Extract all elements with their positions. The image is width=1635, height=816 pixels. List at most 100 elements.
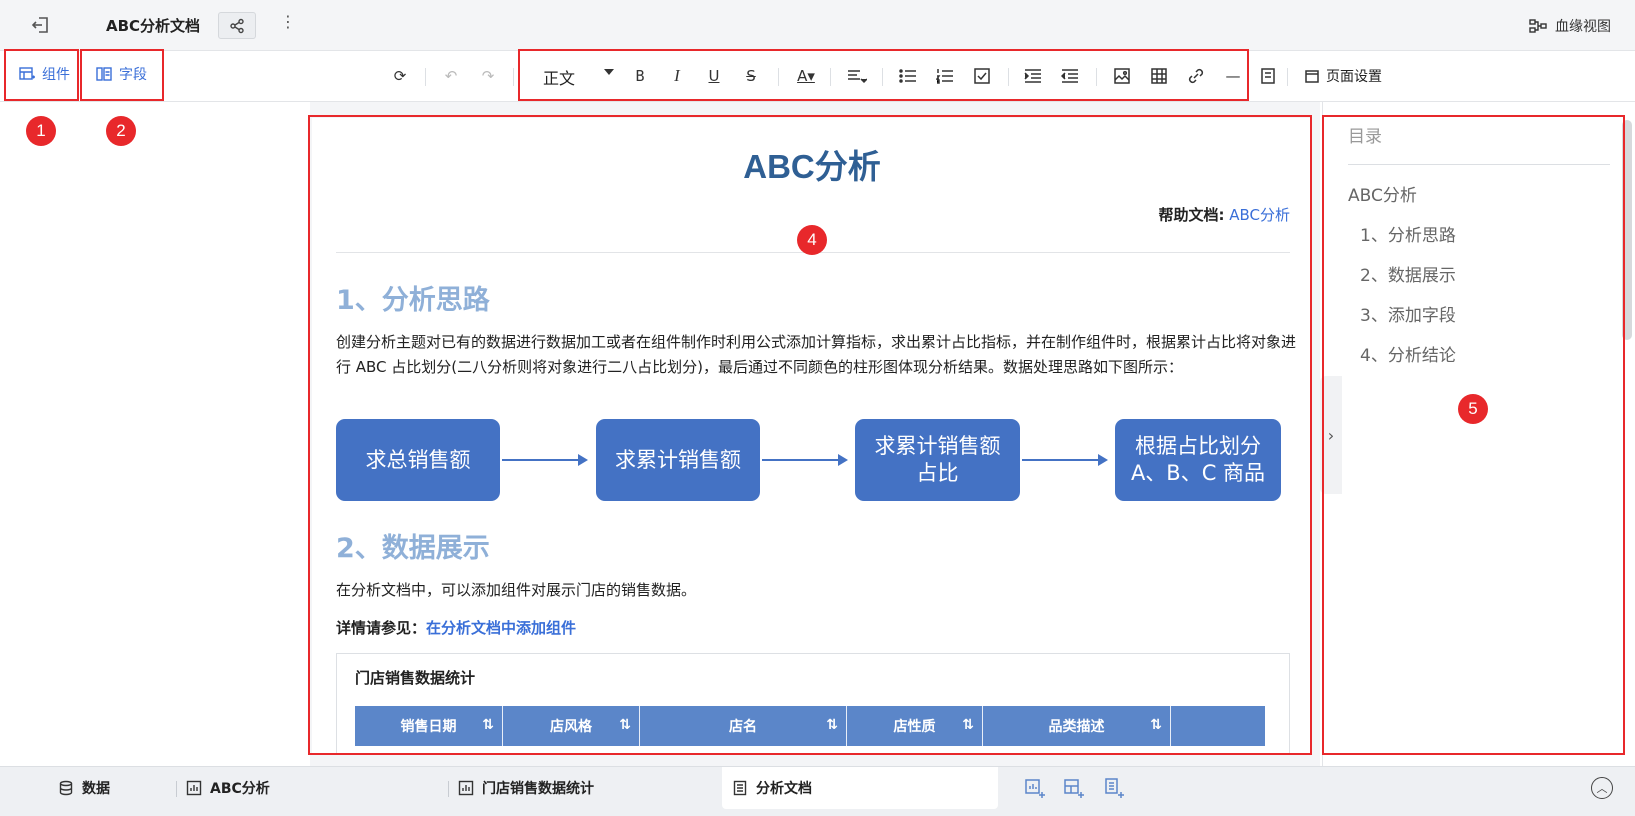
page-layout-icon[interactable] (1257, 65, 1279, 87)
lineage-view-button[interactable]: 血缘视图 (1529, 16, 1611, 36)
toc-item[interactable]: 2、数据展示 (1360, 261, 1456, 286)
toc-item[interactable]: 1、分析思路 (1360, 221, 1456, 246)
flow-arrow (502, 454, 588, 466)
exit-icon[interactable] (30, 14, 52, 36)
tab-analysis-document[interactable]: 分析文档 (722, 767, 998, 809)
more-menu-button[interactable]: ⋮ (280, 12, 296, 31)
sort-icon[interactable]: ⇅ (482, 717, 494, 733)
sort-icon[interactable]: ⇅ (619, 717, 631, 733)
add-document-icon[interactable] (1103, 777, 1125, 799)
page-setting-label: 页面设置 (1326, 69, 1382, 85)
horizontal-rule-icon[interactable]: — (1222, 65, 1244, 87)
database-icon (59, 780, 73, 796)
table-header: 销售日期 ⇅ 店风格 ⇅ 店名 ⇅ 店性质 ⇅ 品类描述 ⇅ (355, 706, 1265, 746)
toolbar-divider (1287, 68, 1288, 86)
document-page[interactable]: ABC分析 帮助文档: ABC分析 1、分析思路 创建分析主题对已有的数据进行数… (312, 118, 1312, 754)
flow-step-4: 根据占比划分 A、B、C 商品 (1115, 419, 1281, 501)
editor-toolbar: 组件 字段 ⟳ ↶ ↷ 正文 B I U S A▾ — 页面设置 (0, 51, 1635, 102)
chart-icon (186, 780, 202, 796)
section-title-1: 1、分析思路 (336, 285, 490, 316)
image-icon[interactable] (1111, 65, 1133, 87)
section-paragraph-2: 在分析文档中，可以添加组件对展示门店的销售数据。 (336, 581, 697, 599)
sort-icon[interactable]: ⇅ (1150, 717, 1162, 733)
toc-item[interactable]: ABC分析 (1348, 181, 1417, 206)
bottom-tab-bar: 数据 ABC分析 门店销售数据统计 分析文档 ︿ (0, 766, 1635, 816)
align-icon[interactable] (846, 65, 868, 87)
sort-icon[interactable]: ⇅ (826, 717, 838, 733)
see-also-label: 详情请参见： (336, 619, 427, 637)
flow-step-1: 求总销售额 (336, 419, 500, 501)
strikethrough-icon[interactable]: S (740, 65, 762, 87)
page-setting-button[interactable]: 页面设置 (1304, 66, 1382, 86)
chevron-down-icon[interactable] (604, 69, 614, 75)
tab-abc-analysis[interactable]: ABC分析 (186, 767, 270, 809)
toc-item[interactable]: 3、添加字段 (1360, 301, 1456, 326)
help-doc-link[interactable]: ABC分析 (1229, 206, 1290, 224)
flow-arrow (1022, 454, 1108, 466)
tab-divider (176, 781, 177, 797)
text-style-select[interactable]: 正文 (543, 65, 575, 89)
marker-1: 1 (26, 116, 56, 146)
tab-store-sales[interactable]: 门店销售数据统计 (458, 767, 594, 809)
marker-4: 4 (797, 225, 827, 255)
toolbar-divider (1096, 68, 1097, 86)
table-header-cell[interactable]: 品类描述 ⇅ (983, 706, 1171, 746)
field-button[interactable]: 字段 (95, 64, 147, 84)
add-dashboard-icon[interactable] (1063, 777, 1085, 799)
page-setting-icon (1305, 70, 1319, 83)
widget-title: 门店销售数据统计 (355, 669, 476, 687)
table-header-cell[interactable]: 销售日期 ⇅ (355, 706, 503, 746)
numbered-list-icon[interactable] (934, 65, 956, 87)
tab-label: 数据 (82, 781, 110, 797)
section-paragraph-1: 创建分析主题对已有的数据进行数据加工或者在组件制作时利用公式添加计算指标，求出累… (336, 333, 1297, 376)
bold-icon[interactable]: B (629, 65, 651, 87)
table-icon[interactable] (1148, 65, 1170, 87)
table-header-cell[interactable]: 店性质 ⇅ (847, 706, 983, 746)
help-doc-line: 帮助文档: ABC分析 (1158, 204, 1290, 225)
toolbar-divider (1008, 68, 1009, 86)
table-header-cell[interactable]: 店风格 ⇅ (503, 706, 640, 746)
checklist-icon[interactable] (971, 65, 993, 87)
component-button[interactable]: 组件 (18, 64, 70, 84)
help-doc-label: 帮助文档: (1158, 206, 1225, 224)
tab-data[interactable]: 数据 (58, 767, 110, 809)
document-title: ABC分析文档 (106, 17, 201, 35)
refresh-icon[interactable]: ⟳ (389, 65, 411, 87)
collapse-icon[interactable]: ︿ (1591, 777, 1613, 799)
font-color-icon[interactable]: A▾ (795, 65, 817, 87)
share-button[interactable] (218, 12, 256, 39)
flow-step-3: 求累计销售额 占比 (855, 419, 1020, 501)
table-widget[interactable]: 门店销售数据统计 销售日期 ⇅ 店风格 ⇅ 店名 ⇅ 店性质 ⇅ 品类描述 ⇅ (336, 653, 1290, 754)
lineage-label: 血缘视图 (1555, 19, 1611, 35)
tab-label: 分析文档 (756, 781, 812, 797)
toolbar-divider (513, 68, 514, 86)
table-header-cell[interactable]: 店名 ⇅ (640, 706, 847, 746)
toc-item[interactable]: 4、分析结论 (1360, 341, 1456, 366)
italic-icon[interactable]: I (666, 65, 688, 87)
toolbar-divider (778, 68, 779, 86)
document-heading: ABC分析 (743, 148, 881, 185)
see-also-link[interactable]: 在分析文档中添加组件 (426, 619, 576, 637)
chevron-right-icon[interactable]: › (1320, 376, 1342, 494)
indent-icon[interactable] (1022, 65, 1044, 87)
flow-step-2: 求累计销售额 (596, 419, 760, 501)
undo-icon[interactable]: ↶ (440, 65, 462, 87)
add-component-icon[interactable] (1024, 777, 1046, 799)
field-label: 字段 (119, 67, 147, 83)
link-icon[interactable] (1185, 65, 1207, 87)
flow-arrow (762, 454, 848, 466)
underline-icon[interactable]: U (703, 65, 725, 87)
bullet-list-icon[interactable] (897, 65, 919, 87)
toolbar-divider (882, 68, 883, 86)
top-bar: ABC分析文档 ⋮ 血缘视图 (0, 0, 1635, 51)
see-also-line: 详情请参见：在分析文档中添加组件 (336, 617, 576, 638)
table-header-cell[interactable] (1171, 706, 1265, 746)
scrollbar[interactable] (1622, 120, 1632, 340)
marker-2: 2 (106, 116, 136, 146)
sort-icon[interactable]: ⇅ (962, 717, 974, 733)
toc-title: 目录 (1348, 127, 1382, 147)
section-title-2: 2、数据展示 (336, 533, 490, 564)
lineage-icon (1529, 19, 1547, 33)
redo-icon[interactable]: ↷ (477, 65, 499, 87)
outdent-icon[interactable] (1059, 65, 1081, 87)
